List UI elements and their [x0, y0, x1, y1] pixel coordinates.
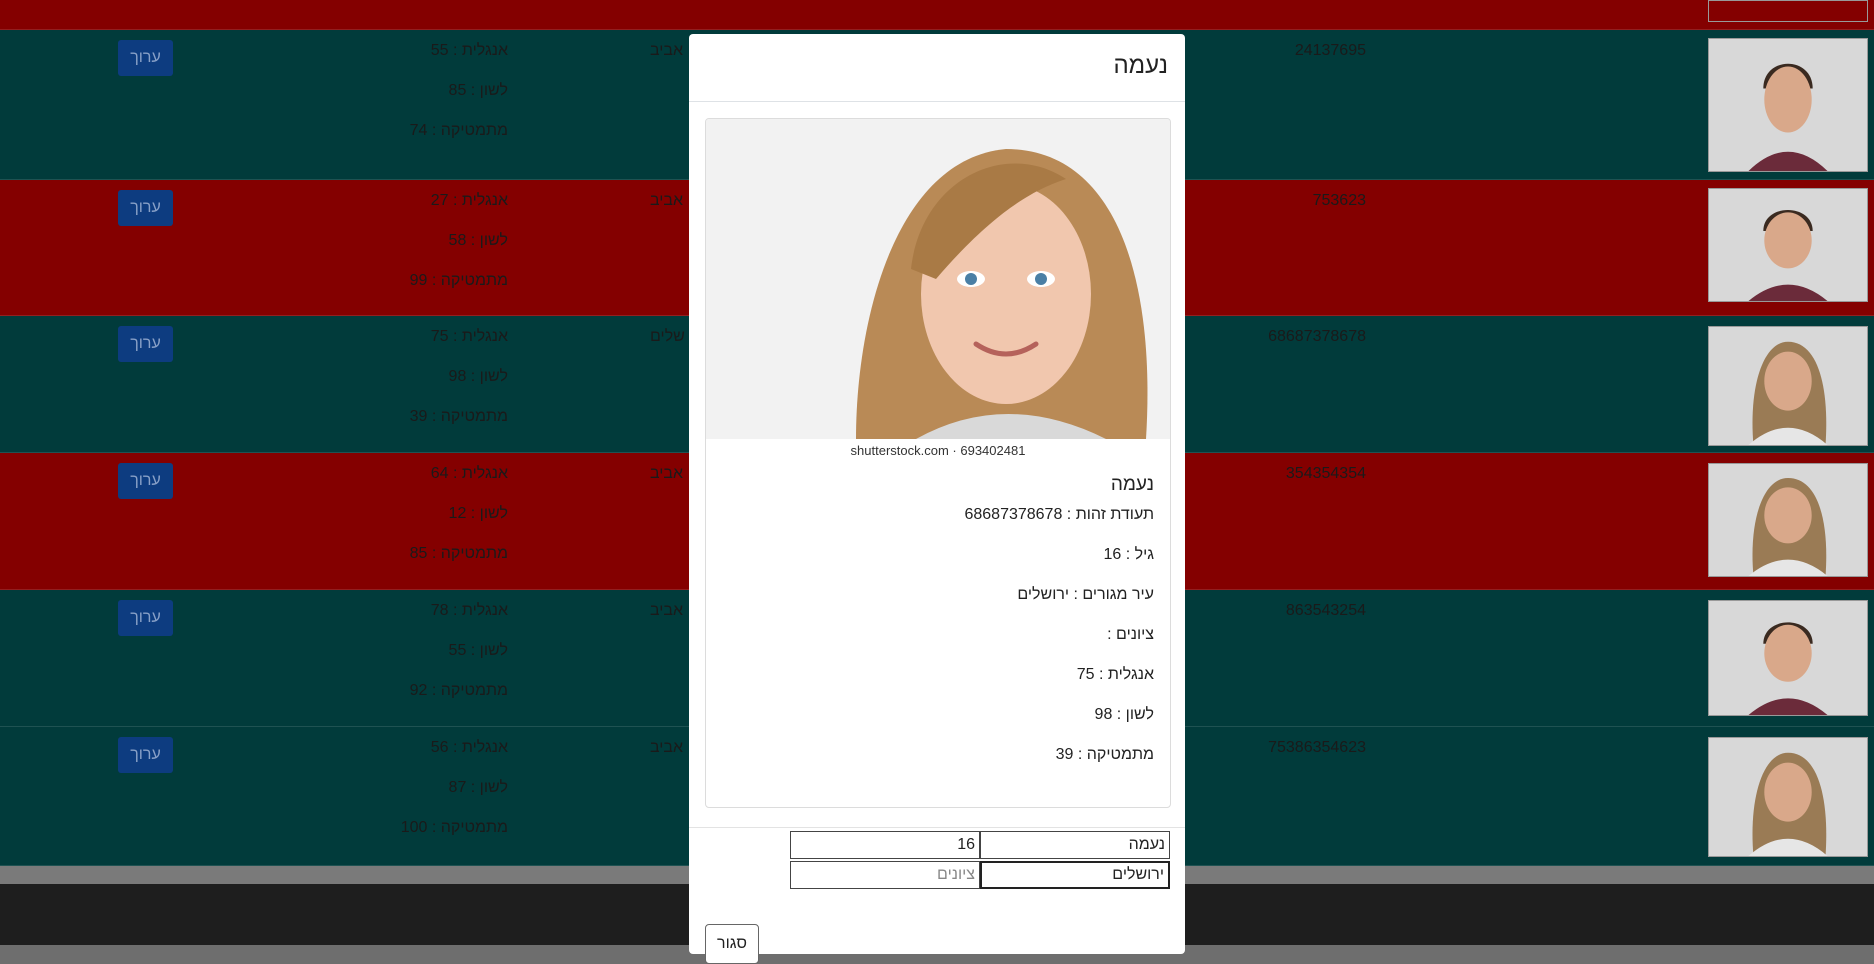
grade-english: אנגלית : 75	[430, 328, 508, 345]
name-input[interactable]	[980, 831, 1170, 859]
student-grades: אנגלית : 78 לשון : 55 מתמטיקה : 92	[410, 602, 508, 722]
edit-button[interactable]: ערוך	[118, 600, 173, 636]
grade-math: מתמטיקה : 74	[409, 122, 508, 139]
card-id: תעודת זהות : 68687378678	[964, 506, 1154, 523]
grade-math: מתמטיקה : 100	[400, 819, 508, 836]
grade-english: אנגלית : 64	[430, 465, 508, 482]
student-card: shutterstock.com · 693402481 נעמה תעודת …	[705, 118, 1171, 808]
grade-lashon: לשון : 55	[448, 642, 508, 659]
grade-math: מתמטיקה : 92	[409, 682, 508, 699]
card-grade-math: מתמטיקה : 39	[1055, 746, 1154, 763]
student-city: שלים	[650, 328, 685, 345]
student-id: 354354354	[1285, 465, 1366, 482]
student-city: אביב	[650, 602, 684, 619]
female-student-photo	[1708, 737, 1868, 857]
grade-math: מתמטיקה : 85	[409, 545, 508, 562]
student-grades: אנגלית : 75 לשון : 98 מתמטיקה : 39	[410, 328, 508, 448]
student-city: אביב	[650, 739, 684, 756]
student-grades: אנגלית : 27 לשון : 58 מתמטיקה : 99	[410, 192, 508, 312]
grade-lashon: לשון : 58	[448, 232, 508, 249]
edit-button[interactable]: ערוך	[118, 326, 173, 362]
card-age: גיל : 16	[1103, 546, 1154, 563]
modal-title: נעמה	[1113, 52, 1168, 79]
card-student-name: נעמה	[1110, 474, 1154, 495]
image-caption: shutterstock.com · 693402481	[851, 443, 1026, 458]
student-city: אביב	[650, 42, 684, 59]
grade-lashon: לשון : 87	[448, 779, 508, 796]
grade-lashon: לשון : 12	[448, 505, 508, 522]
student-city: אביב	[650, 465, 684, 482]
grade-english: אנגלית : 55	[430, 42, 508, 59]
grade-math: מתמטיקה : 99	[409, 272, 508, 289]
student-grades: אנגלית : 56 לשון : 87 מתמטיקה : 100	[401, 739, 508, 859]
grades-input[interactable]	[790, 861, 980, 889]
male-student-photo	[1708, 38, 1868, 172]
grade-math: מתמטיקה : 39	[409, 408, 508, 425]
edit-button[interactable]: ערוך	[118, 190, 173, 226]
student-city: אביב	[650, 192, 684, 209]
city-input[interactable]	[980, 861, 1170, 889]
student-grades: אנגלית : 64 לשון : 12 מתמטיקה : 85	[410, 465, 508, 585]
grade-lashon: לשון : 85	[448, 82, 508, 99]
student-photo-large: shutterstock.com · 693402481	[706, 119, 1170, 461]
grade-english: אנגלית : 56	[430, 739, 508, 756]
age-input[interactable]	[790, 831, 980, 859]
student-id: 68687378678	[1268, 328, 1366, 345]
student-id: 75386354623	[1268, 739, 1366, 756]
female-student-photo	[1708, 326, 1868, 446]
student-id: 24137695	[1294, 42, 1366, 59]
card-grade-lashon: לשון : 98	[1094, 706, 1154, 723]
female-student-photo	[1708, 463, 1868, 577]
student-photo	[1708, 0, 1868, 22]
table-row-partial	[0, 0, 1874, 30]
modal-header: נעמה	[689, 34, 1185, 102]
student-grades: אנגלית : 55 לשון : 85 מתמטיקה : 74	[410, 42, 508, 162]
student-modal: נעמה shutterstock.com · 693402481 נעמה ת…	[689, 34, 1185, 964]
student-id: 863543254	[1285, 602, 1366, 619]
student-id: 753623	[1312, 192, 1366, 209]
card-grades-heading: ציונים :	[1107, 626, 1154, 643]
edit-button[interactable]: ערוך	[118, 463, 173, 499]
grade-english: אנגלית : 78	[430, 602, 508, 619]
male-student-photo	[1708, 188, 1868, 302]
edit-button[interactable]: ערוך	[118, 40, 173, 76]
card-body: נעמה תעודת זהות : 68687378678 גיל : 16 ע…	[964, 474, 1154, 786]
grade-english: אנגלית : 27	[430, 192, 508, 209]
grade-lashon: לשון : 98	[448, 368, 508, 385]
card-grade-english: אנגלית : 75	[1076, 666, 1154, 683]
student-portrait-image: shutterstock.com · 693402481	[706, 119, 1170, 461]
card-city: עיר מגורים : ירושלים	[1017, 586, 1154, 603]
male-student-photo	[1708, 600, 1868, 716]
close-button[interactable]: סגור	[705, 924, 759, 964]
edit-button[interactable]: ערוך	[118, 737, 173, 773]
